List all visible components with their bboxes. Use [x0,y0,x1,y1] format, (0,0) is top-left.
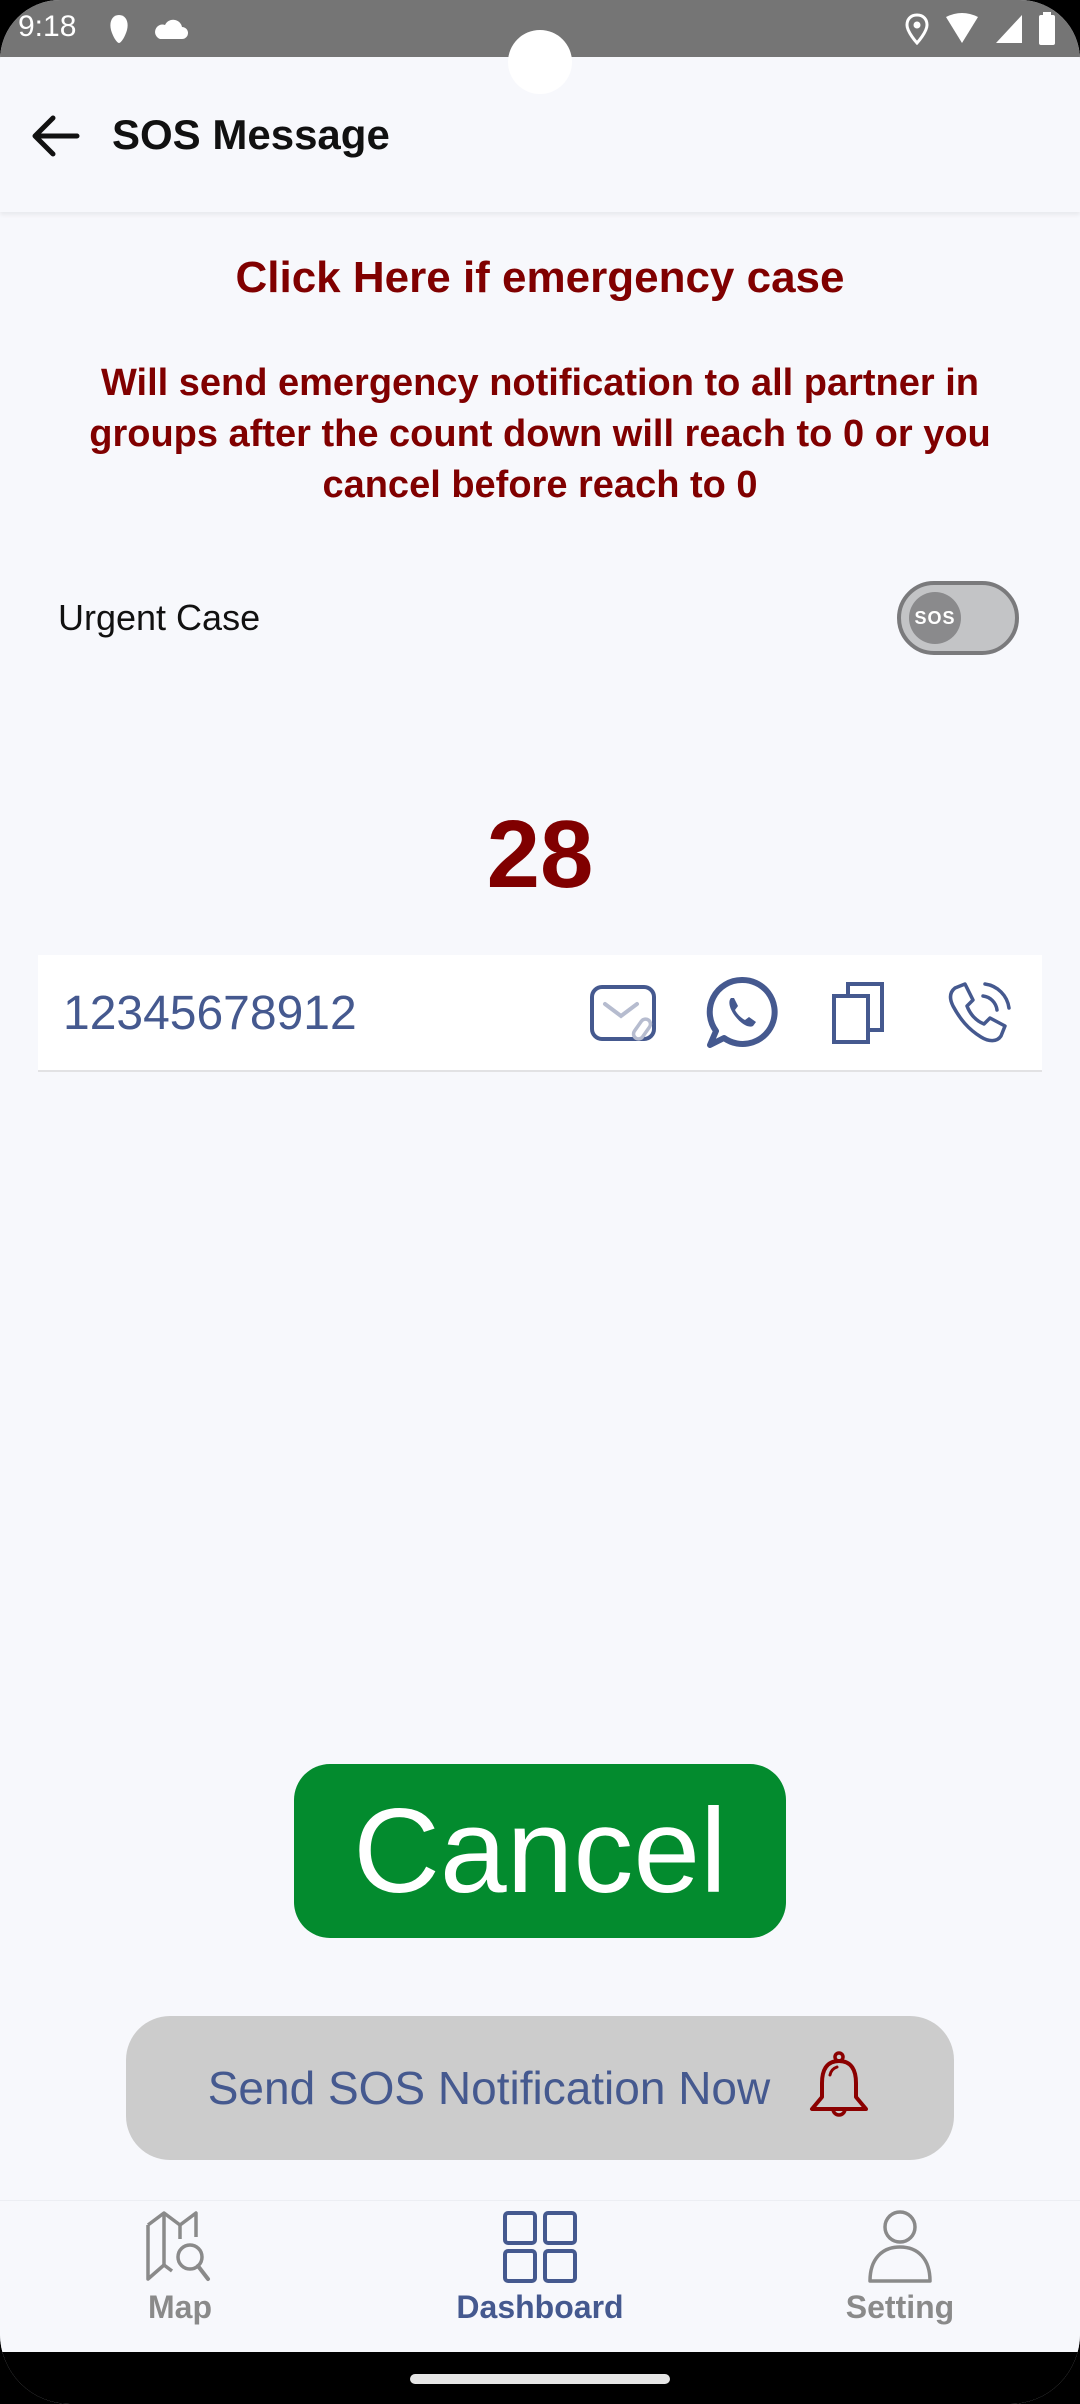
nav-item-map[interactable]: Map [80,2209,280,2349]
countdown-value: 28 [486,801,594,908]
send-sos-label: Send SOS Notification Now [207,2062,771,2114]
sos-toggle-knob: SOS [909,592,961,644]
nav-item-dashboard[interactable]: Dashboard [440,2209,640,2349]
cancel-button-label: Cancel [353,1784,727,1918]
cancel-button[interactable]: Cancel [294,1764,786,1938]
bottom-navigation: Map Dashboard Setting [0,2200,1080,2353]
phone-number: 12345678912 [63,987,357,1040]
call-button[interactable] [938,973,1018,1053]
nav-label-map: Map [148,2289,212,2325]
sms-button[interactable] [583,973,663,1053]
urgent-case-label: Urgent Case [58,597,261,638]
whatsapp-icon [706,976,778,1048]
send-sos-button[interactable]: Send SOS Notification Now [126,2016,954,2160]
copy-icon [832,982,884,1044]
cloud-icon [155,19,188,39]
map-search-icon [146,2211,210,2281]
person-icon [868,2210,932,2283]
status-time: 9:18 [18,10,77,43]
back-button[interactable] [24,105,86,167]
home-gesture-handle[interactable] [410,2374,670,2384]
sos-message-screen: 9:18 SOS Message Click Here if emergency… [0,0,1080,2404]
copy-button[interactable] [818,973,898,1053]
emergency-headline[interactable]: Click Here if emergency case [0,253,1080,303]
phone-call-icon [948,982,1011,1043]
nav-label-dashboard: Dashboard [456,2289,624,2325]
message-edit-icon [590,985,656,1041]
urgent-case-toggle[interactable]: SOS [897,581,1019,655]
gesture-navigation-area [0,2352,1080,2404]
contact-card: 12345678912 [38,955,1042,1072]
battery-icon [1039,12,1055,45]
bell-icon [810,2051,869,2117]
camera-cutout [508,30,572,94]
arrow-left-icon [32,115,80,157]
location-dot-icon [110,15,128,43]
nav-item-setting[interactable]: Setting [800,2209,1000,2349]
grid-icon [503,2211,577,2283]
emergency-description: Will send emergency notification to all … [89,362,991,506]
signal-icon [996,15,1022,43]
page-title: SOS Message [112,111,390,158]
whatsapp-button[interactable] [702,973,782,1053]
location-pin-icon [905,13,929,45]
nav-label-setting: Setting [845,2289,955,2325]
wifi-icon [946,13,978,43]
